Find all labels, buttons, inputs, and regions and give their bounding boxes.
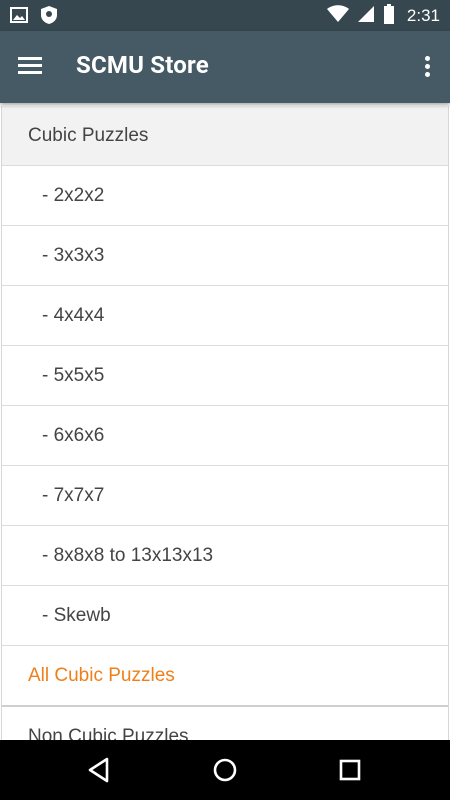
category-list[interactable]: Cubic Puzzles - 2x2x2 - 3x3x3 - 4x4x4 - … <box>0 106 450 740</box>
list-item-4x4x4[interactable]: - 4x4x4 <box>2 286 448 346</box>
list-item-5x5x5[interactable]: - 5x5x5 <box>2 346 448 406</box>
battery-icon <box>383 4 395 28</box>
status-time: 2:31 <box>406 6 440 25</box>
list-item-7x7x7[interactable]: - 7x7x7 <box>2 466 448 526</box>
status-bar: 2:31 <box>0 0 450 31</box>
back-icon[interactable] <box>83 754 115 786</box>
cubic-puzzles-card: Cubic Puzzles - 2x2x2 - 3x3x3 - 4x4x4 - … <box>1 106 449 707</box>
wifi-icon <box>326 5 349 27</box>
recents-icon[interactable] <box>334 754 366 786</box>
home-icon[interactable] <box>209 754 241 786</box>
non-cubic-puzzles-card: Non Cubic Puzzles <box>1 707 449 740</box>
all-cubic-puzzles-link[interactable]: All Cubic Puzzles <box>2 646 448 707</box>
list-item-8x8x8-to-13x13x13[interactable]: - 8x8x8 to 13x13x13 <box>2 526 448 586</box>
section-header-cubic-puzzles[interactable]: Cubic Puzzles <box>2 106 448 166</box>
app-title: SCMU Store <box>76 51 209 79</box>
list-item-2x2x2[interactable]: - 2x2x2 <box>2 166 448 226</box>
signal-icon <box>357 5 375 27</box>
list-item-3x3x3[interactable]: - 3x3x3 <box>2 226 448 286</box>
app-bar: SCMU Store <box>0 31 450 103</box>
shield-icon <box>40 5 58 29</box>
image-icon <box>10 7 28 27</box>
list-item-6x6x6[interactable]: - 6x6x6 <box>2 406 448 466</box>
list-item-skewb[interactable]: - Skewb <box>2 586 448 646</box>
navigation-bar <box>0 740 450 800</box>
more-vert-icon[interactable] <box>418 53 436 83</box>
hamburger-menu-icon[interactable] <box>18 53 52 81</box>
section-header-non-cubic-puzzles[interactable]: Non Cubic Puzzles <box>2 707 448 740</box>
